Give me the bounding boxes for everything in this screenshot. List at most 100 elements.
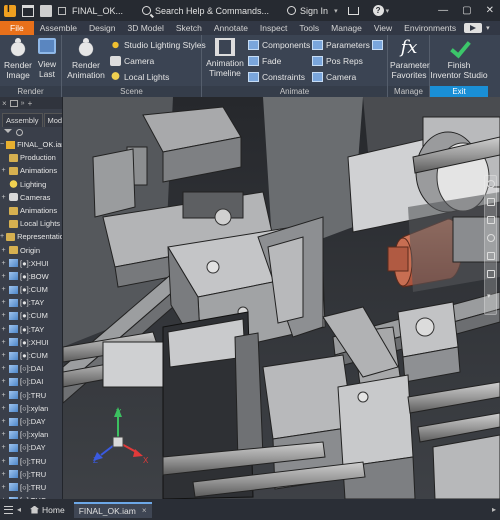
- browser-tree-item[interactable]: Production: [0, 151, 62, 164]
- save-icon[interactable]: [40, 4, 52, 17]
- expand-toggle-icon[interactable]: +: [0, 191, 7, 204]
- browser-tree-item[interactable]: + [○]:DAI: [0, 375, 62, 388]
- filter-icon[interactable]: [4, 129, 12, 136]
- video-icon[interactable]: [464, 23, 483, 33]
- expand-toggle-icon[interactable]: +: [0, 230, 4, 243]
- fade-button[interactable]: Fade: [248, 54, 281, 67]
- nav-menu-icon[interactable]: ▾: [487, 292, 495, 300]
- browser-add-icon[interactable]: +: [28, 99, 33, 108]
- expand-toggle-icon[interactable]: +: [0, 270, 7, 283]
- expand-toggle-icon[interactable]: +: [0, 468, 7, 481]
- search-input[interactable]: Search Help & Commands...: [155, 6, 269, 16]
- browser-tree-item[interactable]: + Origin: [0, 244, 62, 257]
- orbit-icon[interactable]: [487, 234, 495, 242]
- expand-toggle-icon[interactable]: +: [0, 283, 7, 296]
- expand-toggle-icon[interactable]: +: [0, 309, 7, 322]
- tab-environments[interactable]: Environments: [398, 21, 462, 35]
- tab-annotate[interactable]: Annotate: [208, 21, 254, 35]
- expand-toggle-icon[interactable]: +: [0, 402, 7, 415]
- tab-3d-model[interactable]: 3D Model: [122, 21, 170, 35]
- tab-manage[interactable]: Manage: [325, 21, 368, 35]
- menu-icon[interactable]: [4, 505, 13, 514]
- pos-reps-button[interactable]: Pos Reps: [312, 54, 363, 67]
- help-search[interactable]: Search Help & Commands...: [138, 3, 273, 18]
- animation-timeline-button[interactable]: Animation Timeline: [204, 38, 246, 78]
- animate-camera-button[interactable]: Camera: [312, 70, 356, 83]
- view-last-button[interactable]: View Last: [34, 38, 60, 79]
- finish-inventor-studio-button[interactable]: Finish Inventor Studio: [430, 38, 488, 80]
- expand-toggle-icon[interactable]: +: [0, 428, 7, 441]
- cart-icon[interactable]: [347, 6, 359, 15]
- expand-toggle-icon[interactable]: +: [0, 362, 7, 375]
- ribbon-options-icon[interactable]: ▾: [486, 24, 490, 32]
- browser-tree-item[interactable]: + [○]:TRU: [0, 468, 62, 481]
- minimize-button[interactable]: —: [438, 5, 448, 16]
- browser-tree-item[interactable]: + [●]:TAY: [0, 323, 62, 336]
- close-button[interactable]: ✕: [486, 5, 494, 16]
- expand-toggle-icon[interactable]: −: [0, 138, 4, 151]
- expand-toggle-icon[interactable]: +: [0, 164, 7, 177]
- tab-inspect[interactable]: Inspect: [254, 21, 293, 35]
- more-animate-button[interactable]: [372, 38, 383, 51]
- render-animation-button[interactable]: Render Animation: [64, 38, 108, 80]
- search-icon[interactable]: [16, 129, 23, 136]
- maximize-button[interactable]: ▢: [462, 5, 471, 16]
- browser-tree-item[interactable]: + [●]:CUM: [0, 309, 62, 322]
- browser-tree-item[interactable]: + [●]:CUM: [0, 283, 62, 296]
- browser-tree-item[interactable]: + [○]:xylan: [0, 428, 62, 441]
- expand-toggle-icon[interactable]: +: [0, 481, 7, 494]
- tab-assemble[interactable]: Assemble: [34, 21, 83, 35]
- open-folder-icon[interactable]: [22, 4, 34, 17]
- browser-tree-item[interactable]: + [○]:DAY: [0, 415, 62, 428]
- parameter-favorites-button[interactable]: fx Parameter Favorites: [390, 38, 430, 81]
- document-tab[interactable]: FINAL_OK.iam ×: [73, 501, 152, 518]
- browser-tree-item[interactable]: + [○]:TRU: [0, 481, 62, 494]
- home-small-icon[interactable]: [58, 6, 66, 15]
- browser-tree-item[interactable]: + Animations: [0, 164, 62, 177]
- browser-tree-item[interactable]: + Cameras: [0, 191, 62, 204]
- expand-toggle-icon[interactable]: +: [0, 257, 7, 270]
- tab-design[interactable]: Design: [83, 21, 121, 35]
- local-lights-button[interactable]: Local Lights: [110, 70, 169, 83]
- graphics-viewport[interactable]: Y X Z ▾: [63, 97, 500, 499]
- browser-tree-item[interactable]: + [○]:TRU: [0, 389, 62, 402]
- expand-toggle-icon[interactable]: +: [0, 441, 7, 454]
- browser-tree-item[interactable]: + [●]:XHUI: [0, 336, 62, 349]
- expand-toggle-icon[interactable]: +: [0, 296, 7, 309]
- tab-file[interactable]: File: [0, 21, 34, 35]
- expand-toggle-icon[interactable]: +: [0, 323, 7, 336]
- browser-tree-item[interactable]: Animations: [0, 204, 62, 217]
- parameters-button[interactable]: Parameters: [312, 38, 370, 51]
- look-at-icon[interactable]: [487, 252, 495, 260]
- browser-tree-item[interactable]: + [●]:CUM: [0, 349, 62, 362]
- browser-tree-item[interactable]: Lighting: [0, 178, 62, 191]
- close-tab-button[interactable]: ×: [142, 506, 147, 515]
- browser-close-button[interactable]: ×: [2, 99, 7, 108]
- inventor-logo-icon[interactable]: [4, 4, 16, 17]
- browser-tree-item[interactable]: + [○]:DAY: [0, 441, 62, 454]
- browser-tree-item[interactable]: + [○]:TRU: [0, 455, 62, 468]
- chevron-down-icon[interactable]: ▾: [386, 7, 390, 15]
- browser-tree-item[interactable]: − FINAL_OK.iam: [0, 138, 62, 151]
- components-button[interactable]: Components: [248, 38, 310, 51]
- navigation-bar[interactable]: ▾: [484, 175, 497, 315]
- expand-toggle-icon[interactable]: +: [0, 375, 7, 388]
- sign-in-button[interactable]: Sign In ▾: [287, 6, 338, 16]
- browser-tree-item[interactable]: + Representations: [0, 230, 62, 243]
- tab-tools[interactable]: Tools: [293, 21, 325, 35]
- expand-toggle-icon[interactable]: +: [0, 455, 7, 468]
- pan-icon[interactable]: [487, 198, 495, 206]
- constraints-button[interactable]: Constraints: [248, 70, 305, 83]
- home-tab[interactable]: Home: [25, 502, 70, 518]
- browser-tree-item[interactable]: Local Lights: [0, 217, 62, 230]
- expand-toggle-icon[interactable]: +: [0, 415, 7, 428]
- scroll-right-button[interactable]: ▸: [492, 505, 496, 514]
- browser-collapse-icon[interactable]: »: [21, 100, 25, 107]
- tab-sketch[interactable]: Sketch: [170, 21, 208, 35]
- expand-toggle-icon[interactable]: +: [0, 389, 7, 402]
- browser-tree-item[interactable]: + [●]:XHUI: [0, 257, 62, 270]
- render-image-button[interactable]: Render Image: [2, 38, 34, 80]
- studio-lighting-styles-button[interactable]: Studio Lighting Styles: [110, 38, 206, 51]
- browser-tree-item[interactable]: + [●]:BOW: [0, 270, 62, 283]
- browser-menu-icon[interactable]: [9, 99, 18, 107]
